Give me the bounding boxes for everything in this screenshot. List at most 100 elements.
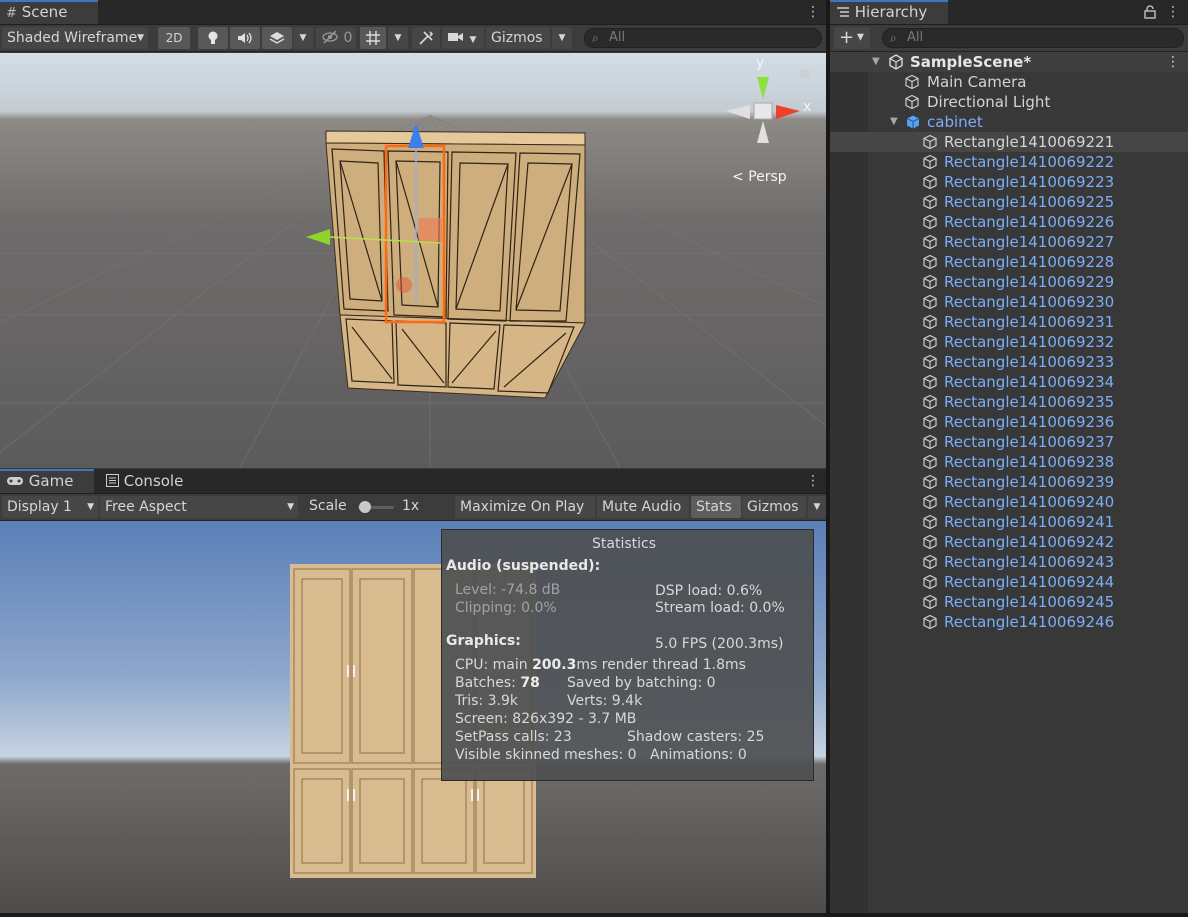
gameobject-cube-icon bbox=[923, 274, 937, 290]
hierarchy-item-label: Rectangle1410069227 bbox=[944, 233, 1115, 251]
gameobject-cube-icon bbox=[923, 334, 937, 350]
hierarchy-child-item[interactable]: Rectangle1410069230 bbox=[830, 292, 1188, 312]
hierarchy-child-item[interactable]: Rectangle1410069240 bbox=[830, 492, 1188, 512]
display-dropdown[interactable]: Display 1 ▼ bbox=[2, 496, 98, 518]
tab-console[interactable]: Console bbox=[98, 469, 194, 493]
screen-readout: Screen: 826x392 - 3.7 MB bbox=[455, 711, 637, 727]
hierarchy-item-label: cabinet bbox=[927, 113, 983, 131]
hierarchy-item-label: Rectangle1410069230 bbox=[944, 293, 1115, 311]
hierarchy-child-item[interactable]: Rectangle1410069241 bbox=[830, 512, 1188, 532]
tab-scene[interactable]: # Scene bbox=[0, 0, 98, 24]
grid-dropdown[interactable]: ▼ bbox=[388, 27, 408, 49]
hierarchy-child-item[interactable]: Rectangle1410069233 bbox=[830, 352, 1188, 372]
hierarchy-child-item[interactable]: Rectangle1410069234 bbox=[830, 372, 1188, 392]
hierarchy-child-item[interactable]: Rectangle1410069232 bbox=[830, 332, 1188, 352]
lighting-toggle[interactable] bbox=[198, 27, 228, 49]
camera-dropdown[interactable]: ▼ bbox=[442, 27, 484, 49]
hierarchy-tree: ▼ SampleScene* ⋮ Main Camera Directional … bbox=[830, 52, 1188, 913]
hierarchy-child-item[interactable]: Rectangle1410069245 bbox=[830, 592, 1188, 612]
tab-game[interactable]: Game bbox=[0, 469, 94, 493]
hierarchy-child-item[interactable]: Rectangle1410069236 bbox=[830, 412, 1188, 432]
scale-slider[interactable] bbox=[358, 501, 394, 513]
tab-hierarchy-label: Hierarchy bbox=[854, 3, 928, 21]
statistics-overlay: Statistics Audio (suspended): Level: -74… bbox=[441, 529, 814, 781]
hierarchy-item-label: Rectangle1410069222 bbox=[944, 153, 1115, 171]
camera-icon bbox=[448, 32, 463, 41]
maximize-on-play-button[interactable]: Maximize On Play bbox=[455, 496, 595, 518]
effects-dropdown[interactable]: ▼ bbox=[293, 27, 313, 49]
hierarchy-item-label: Directional Light bbox=[927, 93, 1051, 111]
scene-row-menu-icon[interactable]: ⋮ bbox=[1166, 52, 1180, 72]
create-button[interactable]: + ▼ bbox=[834, 27, 870, 49]
tools-toggle[interactable] bbox=[412, 27, 440, 49]
gizmos-button[interactable]: Gizmos bbox=[486, 27, 550, 49]
shading-mode-dropdown[interactable]: Shaded Wireframe ▼ bbox=[2, 27, 148, 49]
hierarchy-child-item[interactable]: Rectangle1410069231 bbox=[830, 312, 1188, 332]
gameobject-cube-icon bbox=[923, 494, 937, 510]
hierarchy-child-item[interactable]: Rectangle1410069222 bbox=[830, 152, 1188, 172]
lock-view-icon[interactable] bbox=[800, 69, 810, 78]
gameobject-cube-icon bbox=[923, 414, 937, 430]
expand-arrow-icon: ▼ bbox=[890, 116, 898, 127]
hierarchy-child-item[interactable]: Rectangle1410069238 bbox=[830, 452, 1188, 472]
scene-search-input[interactable]: ⌕ All bbox=[584, 28, 822, 48]
hierarchy-item-label: Rectangle1410069229 bbox=[944, 273, 1115, 291]
game-menu-icon[interactable]: ⋮ bbox=[806, 473, 820, 489]
game-panel: Game Console ⋮ Display 1 ▼ Free Aspect ▼… bbox=[0, 469, 826, 913]
scale-slider-thumb[interactable] bbox=[359, 501, 372, 513]
hierarchy-item[interactable]: Directional Light bbox=[830, 92, 1188, 112]
perspective-toggle[interactable]: < Persp bbox=[732, 169, 787, 185]
tab-active-indicator bbox=[830, 0, 948, 2]
hierarchy-item-label: Rectangle1410069228 bbox=[944, 253, 1115, 271]
scene-visibility-toggle[interactable]: 0 bbox=[316, 27, 356, 49]
hierarchy-search-input[interactable]: ⌕ All bbox=[882, 28, 1184, 48]
effects-toggle[interactable] bbox=[262, 27, 292, 49]
hierarchy-child-item[interactable]: Rectangle1410069225 bbox=[830, 192, 1188, 212]
lock-icon[interactable] bbox=[1144, 5, 1156, 19]
hierarchy-child-item[interactable]: Rectangle1410069242 bbox=[830, 532, 1188, 552]
tab-active-indicator bbox=[0, 0, 98, 2]
scene-viewport[interactable]: y x < Persp bbox=[0, 53, 826, 468]
hidden-count: 0 bbox=[343, 30, 353, 46]
game-gizmos-dropdown[interactable]: ▼ bbox=[808, 496, 826, 518]
hierarchy-item[interactable]: Main Camera bbox=[830, 72, 1188, 92]
bottom-border bbox=[0, 913, 1188, 917]
aspect-dropdown[interactable]: Free Aspect ▼ bbox=[100, 496, 298, 518]
hierarchy-child-item[interactable]: Rectangle1410069223 bbox=[830, 172, 1188, 192]
stats-button[interactable]: Stats bbox=[691, 496, 741, 518]
hierarchy-child-item[interactable]: Rectangle1410069221 bbox=[830, 132, 1188, 152]
hierarchy-child-item[interactable]: Rectangle1410069244 bbox=[830, 572, 1188, 592]
light-bulb-icon bbox=[208, 31, 218, 44]
audio-toggle[interactable] bbox=[230, 27, 260, 49]
hierarchy-child-item[interactable]: Rectangle1410069229 bbox=[830, 272, 1188, 292]
scene-menu-icon[interactable]: ⋮ bbox=[806, 4, 820, 20]
aspect-label: Free Aspect bbox=[105, 499, 187, 515]
scene-row[interactable]: ▼ SampleScene* ⋮ bbox=[830, 52, 1188, 72]
hierarchy-child-item[interactable]: Rectangle1410069228 bbox=[830, 252, 1188, 272]
hierarchy-item-cabinet[interactable]: ▼ cabinet bbox=[830, 112, 1188, 132]
skinned-meshes-readout: Visible skinned meshes: 0 bbox=[455, 747, 637, 763]
gameobject-cube-icon bbox=[923, 254, 937, 270]
layers-icon bbox=[269, 32, 285, 44]
gameobject-cube-icon bbox=[923, 534, 937, 550]
tab-hierarchy[interactable]: Hierarchy bbox=[830, 0, 948, 24]
hierarchy-item-label: Rectangle1410069246 bbox=[944, 613, 1115, 631]
hierarchy-child-item[interactable]: Rectangle1410069243 bbox=[830, 552, 1188, 572]
toggle-2d-button[interactable]: 2D bbox=[158, 27, 190, 49]
hierarchy-child-item[interactable]: Rectangle1410069227 bbox=[830, 232, 1188, 252]
saved-by-batching: Saved by batching: 0 bbox=[567, 675, 716, 691]
dsp-load: DSP load: 0.6% bbox=[655, 583, 763, 599]
mute-audio-button[interactable]: Mute Audio bbox=[597, 496, 689, 518]
gizmos-dropdown[interactable]: ▼ bbox=[552, 27, 572, 49]
hierarchy-child-item[interactable]: Rectangle1410069235 bbox=[830, 392, 1188, 412]
hierarchy-child-item[interactable]: Rectangle1410069237 bbox=[830, 432, 1188, 452]
hierarchy-child-item[interactable]: Rectangle1410069226 bbox=[830, 212, 1188, 232]
hierarchy-child-item[interactable]: Rectangle1410069239 bbox=[830, 472, 1188, 492]
game-toolbar: Display 1 ▼ Free Aspect ▼ Scale 1x Maxim… bbox=[0, 494, 826, 521]
game-gizmos-button[interactable]: Gizmos bbox=[742, 496, 806, 518]
hierarchy-child-item[interactable]: Rectangle1410069246 bbox=[830, 612, 1188, 632]
hierarchy-menu-icon[interactable]: ⋮ bbox=[1166, 4, 1180, 20]
grid-toggle[interactable] bbox=[360, 27, 386, 49]
hierarchy-item-label: Rectangle1410069234 bbox=[944, 373, 1115, 391]
cpu-prefix: CPU: main bbox=[455, 657, 533, 673]
